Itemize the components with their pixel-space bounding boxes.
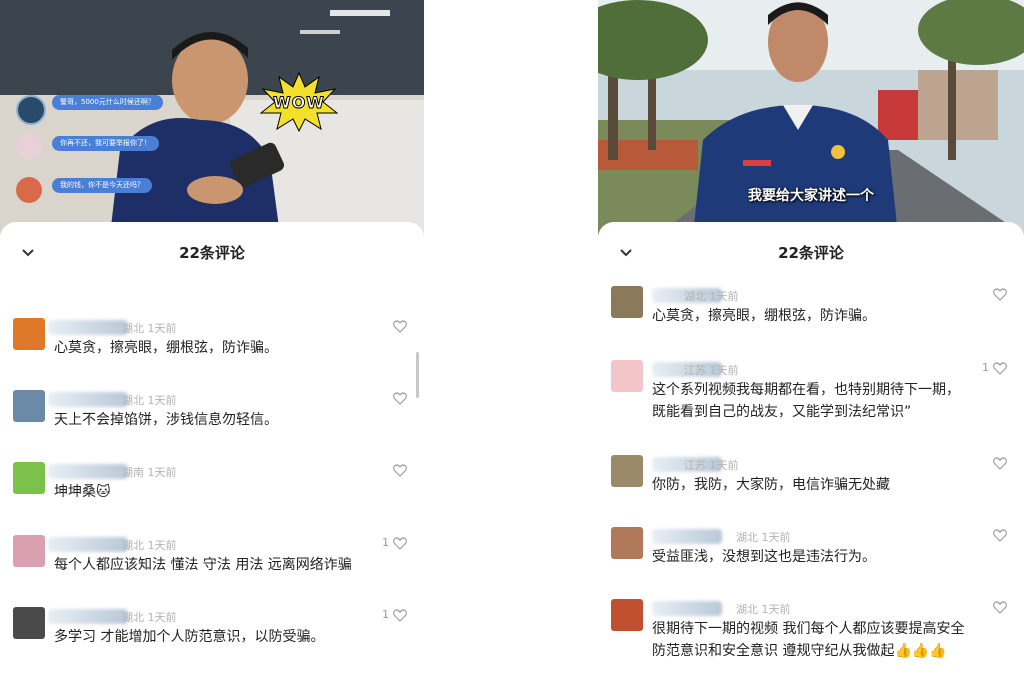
comment-item[interactable]: 湖北 1天前心莫贪，擦亮眼，绷根弦，防诈骗。: [0, 318, 424, 378]
comment-location-time: 湖北 1天前: [684, 290, 739, 303]
comment-text: 防范意识和安全意识 遵规守纪从我做起 👍👍👍: [652, 641, 947, 662]
like-heart-icon[interactable]: [393, 392, 407, 405]
emoji-icon: 🐱: [96, 484, 111, 500]
comment-text: 你防，我防，大家防，电信诈骗无处藏: [652, 477, 890, 493]
comment-location-time: 湖南 1天前: [122, 466, 177, 479]
comment-location-time: 湖北 1天前: [122, 322, 177, 335]
chat-avatar-3: [16, 177, 42, 203]
comment-item[interactable]: 湖北 1天前天上不会掉馅饼，涉钱信息勿轻信。: [0, 390, 424, 450]
comment-item[interactable]: 湖北 1天前很期待下一期的视频 我们每个人都应该要提高安全防范意识和安全意识 遵…: [598, 599, 1024, 659]
comment-location-time: 江苏 1天前: [684, 364, 739, 377]
avatar[interactable]: [611, 286, 643, 318]
comment-item[interactable]: 江苏 1天前你防，我防，大家防，电信诈骗无处藏: [598, 455, 1024, 515]
comment-count: 22条评论: [778, 244, 844, 262]
comment-item[interactable]: 湖北 1天前受益匪浅，没想到这也是违法行为。: [598, 527, 1024, 587]
like-heart-icon[interactable]: [993, 288, 1007, 301]
comment-location-time: 江苏 1天前: [684, 459, 739, 472]
comment-item[interactable]: 湖北 1天前心莫贪，擦亮眼，绷根弦，防诈骗。: [598, 286, 1024, 346]
like-heart-icon[interactable]: [993, 529, 1007, 542]
comment-text: 天上不会掉馅饼，涉钱信息勿轻信。: [54, 412, 278, 428]
wow-sticker: WOW: [273, 92, 325, 112]
comment-location-time: 湖北 1天前: [122, 611, 177, 624]
comment-location-time: 湖北 1天前: [122, 394, 177, 407]
comment-text: 既能看到自己的战友，又能学到法纪常识”: [652, 404, 912, 420]
username-redacted: [48, 464, 128, 479]
like-heart-icon[interactable]: [993, 601, 1007, 614]
avatar[interactable]: [13, 318, 45, 350]
video-player-right[interactable]: 我要给大家讲述一个: [598, 0, 1024, 235]
username-redacted: [48, 320, 128, 335]
like-heart-icon[interactable]: [393, 320, 407, 333]
comment-item[interactable]: 江苏 1天前这个系列视频我每期都在看，也特别期待下一期， 既能看到自己的战友，又能…: [598, 360, 1024, 420]
avatar[interactable]: [13, 535, 45, 567]
username-redacted: [48, 392, 128, 407]
username-redacted: [48, 537, 128, 552]
comment-text: 很期待下一期的视频 我们每个人都应该要提高安全: [652, 621, 965, 637]
comment-item[interactable]: 湖南 1天前 坤坤桑 🐱: [0, 462, 424, 522]
comment-location-time: 湖北 1天前: [736, 603, 791, 616]
left-screenshot: 警哥，5000元什么时候还啊？ 你再不还，我可要举报你了！ 我的钱，你不是今天还…: [0, 0, 424, 683]
comments-header-left: 22条评论: [0, 222, 424, 284]
comment-text: 心莫贪，擦亮眼，绷根弦，防诈骗。: [652, 308, 876, 324]
username-redacted: [652, 529, 722, 544]
comment-text: 这个系列视频我每期都在看，也特别期待下一期，: [652, 382, 960, 398]
avatar[interactable]: [611, 360, 643, 392]
avatar[interactable]: [611, 527, 643, 559]
comment-text: 心莫贪，擦亮眼，绷根弦，防诈骗。: [54, 340, 278, 356]
like-heart-icon[interactable]: [993, 362, 1007, 375]
chat-bubble-1: 警哥，5000元什么时候还啊？: [52, 95, 163, 110]
video-caption: 我要给大家讲述一个: [748, 188, 874, 204]
username-redacted: [48, 609, 128, 624]
avatar[interactable]: [13, 462, 45, 494]
chat-bubble-2: 你再不还，我可要举报你了！: [52, 136, 159, 151]
like-heart-icon[interactable]: [393, 464, 407, 477]
avatar[interactable]: [13, 390, 45, 422]
comment-text: 每个人都应该知法 懂法 守法 用法 远离网络诈骗: [54, 557, 352, 573]
username-redacted: [652, 601, 722, 616]
like-heart-icon[interactable]: [393, 609, 407, 622]
like-heart-icon[interactable]: [993, 457, 1007, 470]
video-frame-left: [0, 0, 424, 235]
right-screenshot: 我要给大家讲述一个 22条评论 湖北 1天前 心莫贪，擦亮眼，绷根弦，防诈骗。 江苏…: [598, 0, 1024, 683]
emoji-icon: 👍👍👍: [894, 643, 947, 659]
avatar[interactable]: [611, 599, 643, 631]
like-count: 1: [382, 536, 389, 549]
comment-item[interactable]: 湖北 1天前每个人都应该知法 懂法 守法 用法 远离网络诈骗 1: [0, 535, 424, 595]
video-player-left[interactable]: 警哥，5000元什么时候还啊？ 你再不还，我可要举报你了！ 我的钱，你不是今天还…: [0, 0, 424, 235]
comment-item[interactable]: 湖北 1天前多学习 才能增加个人防范意识，以防受骗。 1: [0, 607, 424, 667]
like-count: 1: [982, 361, 989, 374]
comment-text: 坤坤桑 🐱: [54, 482, 111, 503]
like-count: 1: [382, 608, 389, 621]
comment-text: 多学习 才能增加个人防范意识，以防受骗。: [54, 629, 325, 645]
like-heart-icon[interactable]: [393, 537, 407, 550]
comment-text: 受益匪浅，没想到这也是违法行为。: [652, 549, 876, 565]
chat-avatar-2: [16, 133, 42, 159]
avatar[interactable]: [13, 607, 45, 639]
comment-count: 22条评论: [179, 244, 245, 262]
comment-location-time: 湖北 1天前: [736, 531, 791, 544]
comments-header-right: 22条评论: [598, 222, 1024, 284]
avatar[interactable]: [611, 455, 643, 487]
chat-bubble-3: 我的钱，你不是今天还吗？: [52, 178, 152, 193]
comment-location-time: 湖北 1天前: [122, 539, 177, 552]
chat-avatar-1: [16, 95, 46, 125]
